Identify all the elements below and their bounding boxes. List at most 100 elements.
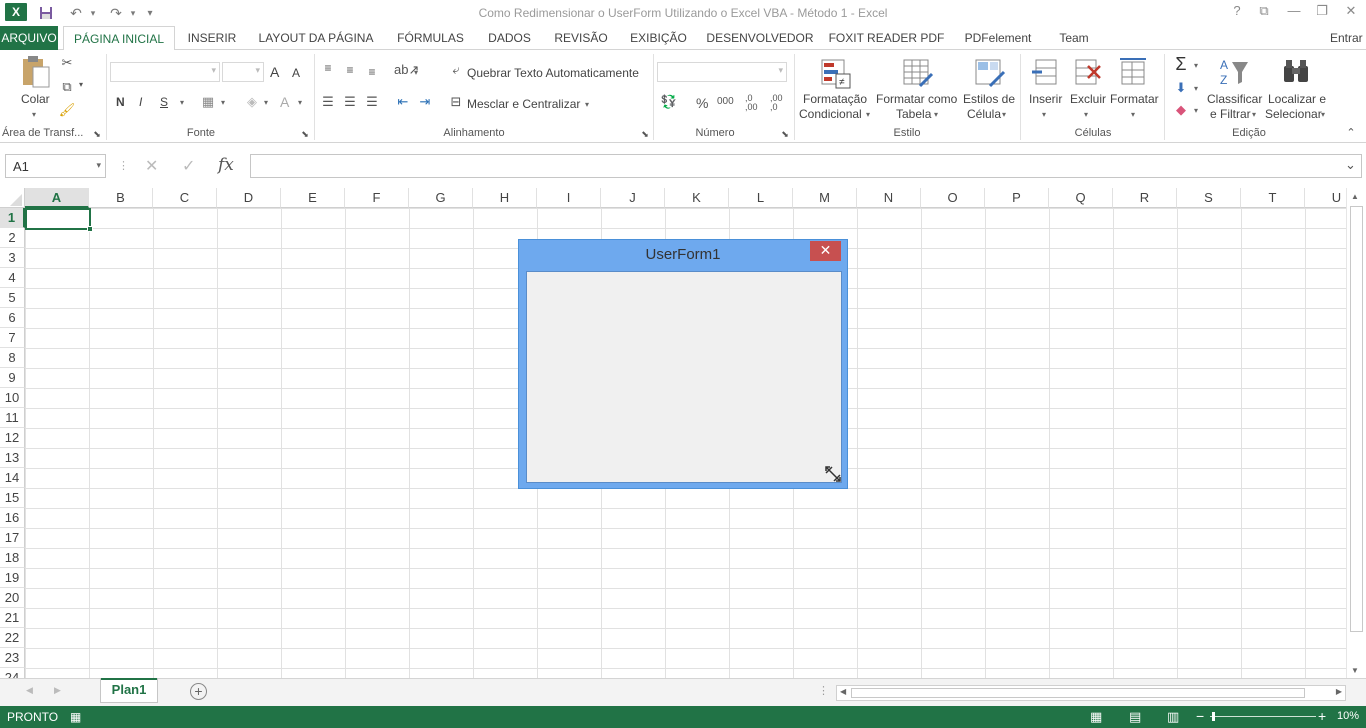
autosum-icon[interactable]: Σ (1172, 54, 1190, 75)
align-top-icon[interactable]: ≡ (320, 61, 336, 75)
copy-icon[interactable]: ⧉ (58, 79, 76, 95)
insert-cells-icon[interactable] (1030, 56, 1060, 88)
cell-styles-label-2[interactable]: Célula (967, 107, 1001, 121)
name-box[interactable]: A1 ▾ (5, 154, 106, 178)
clear-icon[interactable]: ◆ (1173, 102, 1189, 118)
conditional-formatting-dropdown-icon[interactable]: ▾ (866, 110, 870, 119)
tab-exibicao[interactable]: EXIBIÇÃO (625, 26, 692, 50)
cell-styles-dropdown-icon[interactable]: ▾ (1002, 110, 1006, 119)
font-size-combo[interactable] (222, 62, 264, 82)
column-header-a[interactable]: A (25, 188, 89, 208)
zoom-slider-thumb[interactable] (1212, 712, 1215, 721)
row-header-4[interactable]: 4 (0, 268, 25, 288)
number-format-combo[interactable] (657, 62, 787, 82)
row-header-16[interactable]: 16 (0, 508, 25, 528)
delete-cells-label[interactable]: Excluir (1070, 92, 1106, 106)
percent-button[interactable]: % (696, 95, 708, 111)
paste-icon[interactable] (20, 55, 52, 89)
scroll-left-icon[interactable]: ◀ (840, 687, 846, 696)
tab-arquivo[interactable]: ARQUIVO (0, 26, 58, 50)
row-header-17[interactable]: 17 (0, 528, 25, 548)
currency-icon[interactable]: 💱 (660, 94, 678, 110)
tab-pdfelement[interactable]: PDFelement (958, 26, 1038, 50)
sign-in-link[interactable]: Entrar (1330, 26, 1366, 50)
decrease-decimal-button[interactable]: ,00 ,0 (770, 94, 792, 112)
tab-pagina-inicial[interactable]: PÁGINA INICIAL (63, 26, 175, 51)
clear-dropdown-icon[interactable]: ▾ (1194, 106, 1198, 115)
increase-decimal-button[interactable]: ,0 ,00 (745, 94, 767, 112)
row-header-8[interactable]: 8 (0, 348, 25, 368)
userform-close-button[interactable]: ✕ (810, 241, 841, 261)
row-header-5[interactable]: 5 (0, 288, 25, 308)
formula-input[interactable] (250, 154, 1362, 178)
help-icon[interactable]: ? (1226, 3, 1248, 21)
scroll-up-icon[interactable]: ▲ (1351, 192, 1359, 201)
restore-icon[interactable]: ❐ (1311, 3, 1333, 21)
tab-split-handle[interactable]: ⋮ (818, 684, 829, 697)
cancel-entry-icon[interactable]: ✕ (145, 156, 158, 176)
tab-desenvolvedor[interactable]: DESENVOLVEDOR (704, 26, 816, 50)
row-header-24[interactable]: 24 (0, 668, 25, 678)
confirm-entry-icon[interactable]: ✓ (182, 156, 195, 176)
cut-icon[interactable]: ✂ (58, 55, 76, 71)
row-header-6[interactable]: 6 (0, 308, 25, 328)
row-header-19[interactable]: 19 (0, 568, 25, 588)
font-name-combo[interactable] (110, 62, 220, 82)
align-middle-icon[interactable]: ≡ (342, 63, 358, 77)
align-right-icon[interactable]: ☰ (364, 94, 380, 110)
sheet-tab-plan1[interactable]: Plan1 (100, 678, 158, 703)
fill-color-icon[interactable]: ◈ (244, 94, 260, 110)
userform-client-area[interactable] (526, 271, 842, 483)
row-header-14[interactable]: 14 (0, 468, 25, 488)
decrease-indent-icon[interactable]: ⇤ (394, 94, 412, 110)
orientation-dropdown-icon[interactable]: ▾ (414, 68, 418, 77)
row-header-3[interactable]: 3 (0, 248, 25, 268)
font-color-dropdown-icon[interactable]: ▾ (298, 98, 302, 107)
format-cells-label[interactable]: Formatar (1110, 92, 1159, 106)
expand-formula-bar-icon[interactable]: ⌄ (1345, 157, 1356, 173)
format-cells-icon[interactable] (1118, 56, 1148, 88)
column-header-i[interactable]: I (537, 188, 601, 208)
find-select-label-2[interactable]: Selecionar (1265, 107, 1322, 121)
increase-indent-icon[interactable]: ⇥ (416, 94, 434, 110)
formula-bar-splitter[interactable]: ⋮ (118, 159, 129, 172)
page-layout-view-icon[interactable]: ▤ (1129, 709, 1141, 725)
row-header-9[interactable]: 9 (0, 368, 25, 388)
shrink-font-icon[interactable]: A (292, 66, 300, 80)
tab-dados[interactable]: DADOS (482, 26, 537, 50)
cell-styles-label[interactable]: Estilos de (963, 92, 1015, 106)
conditional-formatting-label[interactable]: Formatação (803, 92, 867, 106)
row-header-2[interactable]: 2 (0, 228, 25, 248)
merge-center-button[interactable]: Mesclar e Centralizar (467, 97, 580, 111)
column-header-d[interactable]: D (217, 188, 281, 208)
zoom-out-icon[interactable]: − (1196, 708, 1204, 724)
delete-cells-dropdown-icon[interactable]: ▾ (1084, 110, 1088, 119)
format-painter-icon[interactable]: 🖌 (58, 102, 76, 118)
row-header-11[interactable]: 11 (0, 408, 25, 428)
merge-center-icon[interactable]: ⊟ (448, 94, 464, 110)
row-header-18[interactable]: 18 (0, 548, 25, 568)
find-select-dropdown-icon[interactable]: ▾ (1321, 110, 1325, 119)
zoom-in-icon[interactable]: + (1318, 708, 1326, 724)
font-launcher-icon[interactable]: ⬊ (300, 129, 310, 140)
zoom-slider[interactable] (1210, 716, 1316, 717)
column-header-f[interactable]: F (345, 188, 409, 208)
cell-styles-icon[interactable] (972, 56, 1006, 90)
format-as-table-label[interactable]: Formatar como (876, 92, 957, 106)
format-cells-dropdown-icon[interactable]: ▾ (1131, 110, 1135, 119)
fill-handle[interactable] (87, 226, 93, 232)
tab-revisao[interactable]: REVISÃO (550, 26, 612, 50)
sort-filter-dropdown-icon[interactable]: ▾ (1252, 110, 1256, 119)
scroll-right-icon[interactable]: ▶ (1336, 687, 1342, 696)
grow-font-icon[interactable]: A (270, 64, 279, 80)
name-box-dropdown-icon[interactable]: ▾ (96, 160, 101, 171)
column-header-e[interactable]: E (281, 188, 345, 208)
fill-icon[interactable]: ⬇ (1173, 80, 1189, 96)
clipboard-launcher-icon[interactable]: ⬊ (92, 129, 102, 140)
row-header-1[interactable]: 1 (0, 208, 25, 228)
fill-dropdown-icon[interactable]: ▾ (1194, 84, 1198, 93)
column-header-r[interactable]: R (1113, 188, 1177, 208)
row-header-21[interactable]: 21 (0, 608, 25, 628)
tab-foxit-reader-pdf[interactable]: FOXIT READER PDF (828, 26, 945, 50)
column-header-p[interactable]: P (985, 188, 1049, 208)
